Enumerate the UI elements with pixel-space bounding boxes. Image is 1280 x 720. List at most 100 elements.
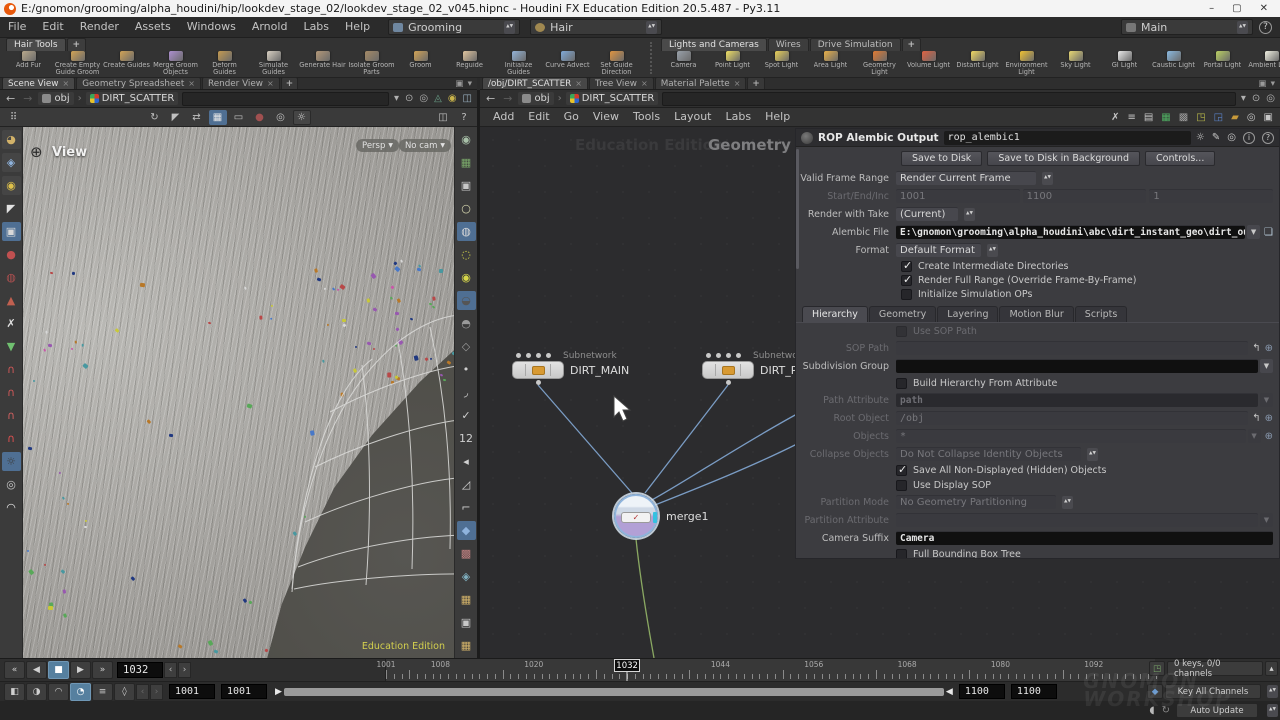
keys-scope-icon[interactable]: ◳ (1149, 661, 1165, 676)
close-tab-icon[interactable]: × (267, 79, 274, 88)
net-search-icon[interactable]: ◎ (1246, 112, 1257, 123)
secure-selection-icon[interactable]: ◈ (2, 153, 21, 172)
view-tool-icon[interactable]: ↻ (146, 110, 164, 125)
param-tab-layering[interactable]: Layering (937, 306, 998, 322)
point-markers-icon[interactable]: • (457, 360, 476, 379)
view-gizmo-icon[interactable]: ⊕ (30, 143, 43, 161)
range-start-field[interactable]: 1001 (169, 684, 215, 699)
close-tab-icon[interactable]: × (63, 79, 70, 88)
shelf-add-tab-button[interactable]: + (67, 38, 87, 51)
geometry-vis-icon[interactable]: ▦ (457, 153, 476, 172)
node-flag[interactable] (653, 512, 657, 523)
subnetwork-node-body[interactable] (702, 361, 754, 379)
build-hierarchy-checkbox[interactable] (896, 378, 907, 389)
path-field[interactable] (182, 92, 389, 106)
link-icon[interactable]: ◎ (418, 93, 429, 104)
node-dirt-main[interactable]: Subnetwork DIRT_MAIN (512, 351, 629, 385)
end-frame-field[interactable]: 1100 (1023, 189, 1147, 203)
range-left-handle[interactable]: ▶ (275, 687, 282, 697)
integer-frames-icon[interactable]: ≡ (92, 683, 113, 701)
pane-tab[interactable]: Scene View× (2, 77, 75, 89)
diamond-icon[interactable]: ◈ (457, 567, 476, 586)
partition-mode-dropdown[interactable]: No Geometry Partitioning ▲▼ (896, 495, 1073, 509)
scrollbar[interactable] (796, 149, 799, 269)
spinner-icon[interactable]: ▲▼ (1267, 704, 1278, 717)
pane-tab[interactable]: Render View× (202, 77, 280, 89)
shelf-tab[interactable]: Lights and Cameras (661, 38, 767, 51)
sop-path-field[interactable] (896, 341, 1248, 355)
menu-assets[interactable]: Assets (127, 17, 179, 37)
draw-mode-icon[interactable]: ◆ (457, 521, 476, 540)
environment-icon[interactable]: ◍ (457, 222, 476, 241)
node-inputs[interactable] (702, 353, 747, 360)
close-tab-icon[interactable]: × (575, 79, 582, 88)
attr-menu-icon[interactable]: ▼ (1260, 513, 1273, 527)
net-list-icon[interactable]: ▤ (1143, 112, 1154, 123)
sim-mode-icon[interactable]: ◠ (48, 683, 69, 701)
spinner-icon[interactable]: ▲▼ (1237, 21, 1248, 34)
add-pane-tab-button[interactable]: + (281, 77, 298, 89)
node-output[interactable] (726, 380, 731, 385)
play-forward-button[interactable]: ▶ (70, 661, 91, 679)
shelf-tool[interactable]: Create Empty Guide Groom (53, 51, 102, 78)
objects-field[interactable]: * (896, 429, 1246, 443)
forward-icon[interactable]: → (21, 92, 34, 105)
pane-tab[interactable]: Material Palette× (655, 77, 747, 89)
camera-suffix-field[interactable]: Camera (896, 531, 1273, 545)
net-align-icon[interactable]: ≡ (1126, 112, 1136, 123)
point-numbers-icon[interactable]: ✓ (457, 406, 476, 425)
prim-normals-icon[interactable]: ◿ (457, 475, 476, 494)
guide-stand-icon[interactable]: ▲ (2, 291, 21, 310)
valid-frame-range-dropdown[interactable]: Render Current Frame ▲▼ (896, 171, 1053, 185)
shelf-tool[interactable]: Environment Light (1002, 51, 1051, 78)
op-chooser-icon[interactable]: ⊕ (1265, 343, 1273, 354)
keyframe-options-icon[interactable]: ◊ (114, 683, 135, 701)
close-tab-icon[interactable]: × (188, 79, 195, 88)
skeleton-icon[interactable]: ✗ (2, 314, 21, 333)
viewport[interactable]: ⊕ View Persp▼ No cam▼ ◕◈◉◤▣●◍▲✗▼∩∩∩∩☼◎◠ … (0, 127, 477, 658)
next-key-button[interactable]: › (150, 684, 163, 700)
pane-maximize-icon[interactable]: ▣ (455, 79, 463, 89)
cap-icon[interactable]: ◠ (2, 498, 21, 517)
back-icon[interactable]: ← (484, 92, 497, 105)
node-dirt-pa[interactable]: Subnetwork DIRT_PA (702, 351, 807, 385)
op-chooser-icon[interactable]: ⊕ (1265, 413, 1273, 424)
op-chooser-icon[interactable]: ⊕ (1265, 431, 1273, 442)
magnet-sphere-icon[interactable]: ∩ (2, 383, 21, 402)
net-image-icon[interactable]: ◲ (1213, 112, 1224, 123)
use-sop-path-checkbox[interactable] (896, 326, 907, 337)
shelf-tool[interactable]: Volume Light (904, 51, 953, 78)
desktop-combo[interactable]: Main ▲▼ (1121, 19, 1253, 35)
shelf-tool[interactable]: Portal Light (1198, 51, 1247, 78)
range-right-handle[interactable]: ◀ (946, 687, 953, 697)
asset-grid-icon[interactable]: ⠿ (4, 110, 22, 125)
jump-to-operator-icon[interactable]: ↰ (1252, 413, 1260, 424)
breadcrumb-obj[interactable]: obj (518, 92, 553, 105)
breadcrumb-node[interactable]: DIRT_SCATTER (86, 92, 179, 105)
recook-icon[interactable]: ↻ (1161, 705, 1171, 716)
quickmark-grid-icon[interactable]: ▦ (457, 636, 476, 655)
collapse-objects-dropdown[interactable]: Do Not Collapse Identity Objects ▲▼ (896, 447, 1098, 461)
lock-camera-icon[interactable]: ▣ (457, 176, 476, 195)
groom-visibility-icon[interactable]: ◉ (2, 176, 21, 195)
shelf-tool[interactable]: Isolate Groom Parts (347, 51, 396, 78)
dropdown-arrow-icon[interactable]: ▾ (393, 93, 400, 104)
pane-layout-icon[interactable]: ◫ (434, 110, 452, 125)
minimize-button[interactable]: – (1209, 3, 1214, 14)
box-select-icon[interactable]: ▭ (230, 110, 248, 125)
shelf-tool[interactable]: Point Light (708, 51, 757, 78)
pane-tab[interactable]: Geometry Spreadsheet× (76, 77, 201, 89)
range-end-field[interactable]: 1100 (1011, 684, 1057, 699)
full-bbox-checkbox[interactable] (896, 549, 907, 559)
select-tool-icon[interactable]: ◤ (167, 110, 185, 125)
save-to-disk-background-button[interactable]: Save to Disk in Background (987, 151, 1140, 166)
spinner-icon[interactable]: ▲▼ (504, 21, 515, 34)
net-menu-go[interactable]: Go (557, 107, 586, 127)
move-tool-icon[interactable]: ⇄ (188, 110, 206, 125)
search-icon[interactable]: ◎ (1227, 132, 1236, 143)
point-normals-icon[interactable]: ◞ (457, 383, 476, 402)
menu-file[interactable]: File (0, 17, 34, 37)
shelf-tool[interactable]: Distant Light (953, 51, 1002, 78)
shelf-tool[interactable]: Simulate Guides (249, 51, 298, 78)
format-dropdown[interactable]: Default Format ▲▼ (896, 243, 998, 257)
